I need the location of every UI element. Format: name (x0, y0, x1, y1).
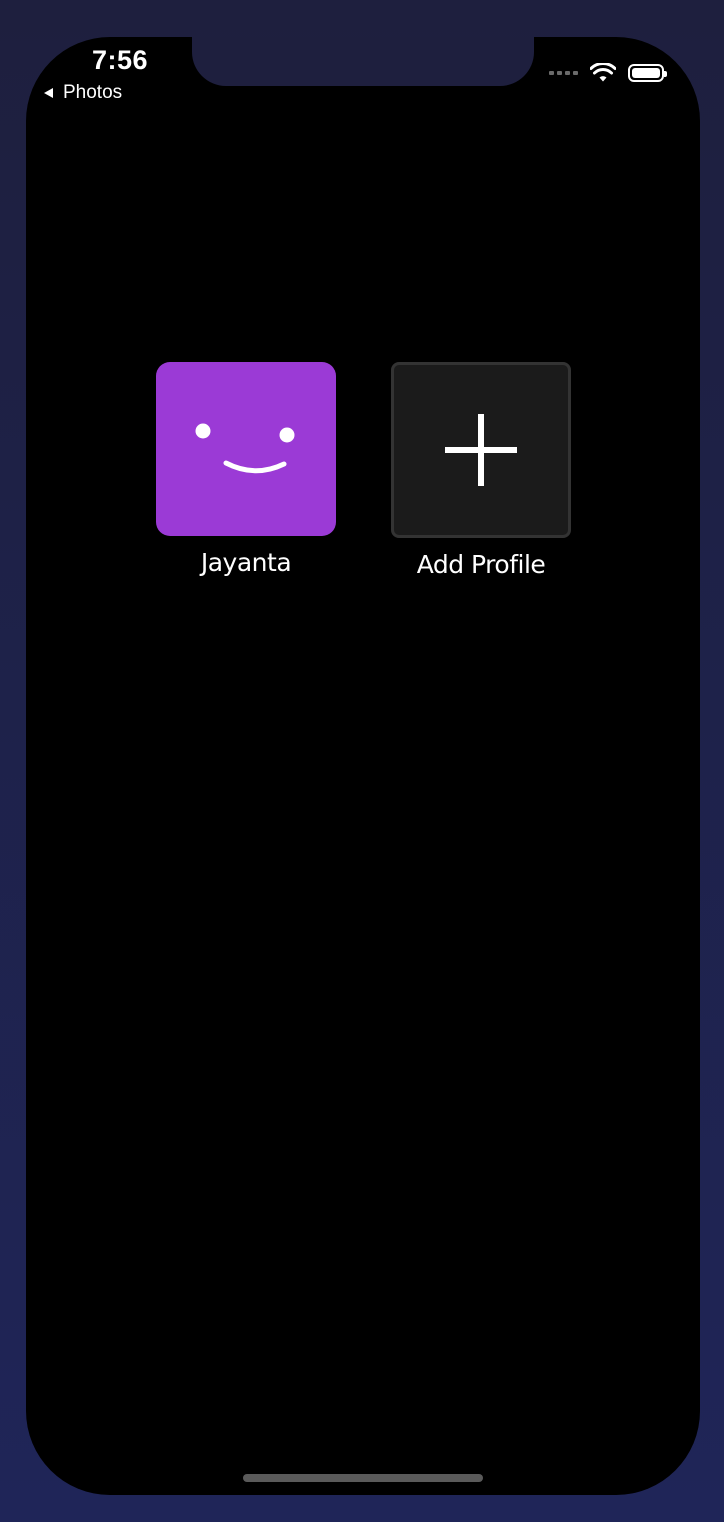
wifi-icon (590, 63, 616, 82)
profile-list: Jayanta Add Profile (156, 362, 571, 579)
plus-icon (445, 414, 517, 486)
status-time: 7:56 (92, 45, 149, 75)
profile-jayanta[interactable]: Jayanta (156, 362, 336, 579)
status-indicators (549, 63, 667, 83)
add-profile-label: Add Profile (416, 550, 546, 579)
battery-icon (628, 64, 667, 82)
add-profile-tile[interactable] (391, 362, 571, 538)
cellular-signal-icon (549, 71, 578, 75)
smiley-face-icon[interactable] (156, 362, 336, 536)
back-link-label: Photos (63, 82, 123, 103)
profile-name: Jayanta (200, 548, 292, 577)
home-indicator[interactable] (243, 1474, 483, 1482)
notch (192, 37, 534, 86)
phone-screen: 7:56 Photos Jayanta Add Profile (26, 37, 700, 1495)
back-arrow-icon (44, 88, 53, 98)
back-to-photos-link[interactable]: Photos (44, 82, 122, 104)
add-profile-button[interactable]: Add Profile (391, 362, 571, 579)
